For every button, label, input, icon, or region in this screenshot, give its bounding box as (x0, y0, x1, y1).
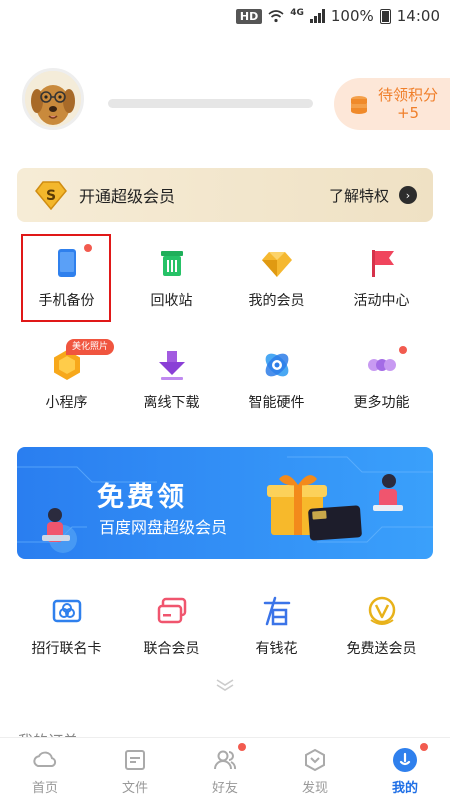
super-vip-badge-icon: S (35, 181, 67, 210)
super-vip-banner[interactable]: S 开通超级会员 了解特权 › (17, 168, 433, 222)
status-bar: HD 4G 100% 14:00 (0, 0, 450, 32)
dog-avatar-icon (25, 71, 81, 127)
grid-item-youqianhua[interactable]: 有钱花 (224, 578, 329, 668)
card-icon (52, 599, 81, 623)
diamond-icon (261, 252, 292, 277)
notification-dot (420, 743, 428, 751)
avatar[interactable] (22, 68, 84, 130)
tab-label: 我的 (391, 781, 418, 796)
download-icon (158, 351, 185, 380)
free-vip-icon (368, 596, 395, 625)
notification-dot (238, 743, 246, 751)
tab-home[interactable]: 首页 (0, 738, 90, 800)
tab-label: 好友 (211, 781, 238, 796)
friends-icon (214, 750, 236, 770)
tab-discover[interactable]: 发现 (270, 738, 360, 800)
tab-label: 发现 (301, 781, 328, 796)
grid-item-free-vip[interactable]: 免费送会员 (329, 578, 434, 668)
service-grid: 招行联名卡 联合会员 有钱花 免费送会员 (14, 578, 436, 668)
clock: 14:00 (396, 7, 440, 25)
tab-label: 文件 (121, 781, 148, 796)
promo-banner[interactable]: 免费领 百度网盘超级会员 (17, 447, 433, 559)
tab-label: 首页 (31, 781, 58, 796)
chevron-double-down-icon[interactable] (214, 678, 236, 692)
battery-percent: 100% (330, 7, 374, 25)
hd-badge: HD (235, 8, 263, 24)
chevron-right-icon[interactable]: › (399, 186, 417, 204)
flag-icon (371, 250, 394, 277)
grid-item-my-membership[interactable]: 我的会员 (224, 230, 329, 320)
points-value: +5 (396, 104, 420, 122)
grid-item-joint-membership[interactable]: 联合会员 (119, 578, 224, 668)
promo-title: 免费领 (97, 482, 187, 513)
battery-icon (379, 8, 391, 24)
selection-highlight (21, 234, 111, 322)
grid-item-recycle-bin[interactable]: 回收站 (119, 230, 224, 320)
grid-item-smart-hardware[interactable]: 智能硬件 (224, 332, 329, 422)
home-cloud-icon (33, 751, 57, 767)
discover-icon (305, 748, 325, 772)
more-icon (367, 359, 396, 371)
coins-icon (351, 96, 367, 114)
promo-subtitle: 百度网盘超级会员 (99, 518, 228, 537)
grid-label: 离线下载 (143, 395, 200, 411)
grid-item-offline-download[interactable]: 离线下载 (119, 332, 224, 422)
notification-dot (399, 346, 407, 354)
grid-label: 更多功能 (353, 395, 410, 411)
grid-item-cmb-card[interactable]: 招行联名卡 (14, 578, 119, 668)
signal-icon (309, 9, 325, 23)
vip-badge-letter: S (46, 188, 56, 204)
vip-title: 开通超级会员 (79, 187, 176, 206)
points-label: 待领积分 (378, 86, 439, 104)
joint-member-icon (157, 597, 186, 624)
grid-item-activity-center[interactable]: 活动中心 (329, 230, 434, 320)
grid-item-more-features[interactable]: 更多功能 (329, 332, 434, 422)
grid-label: 招行联名卡 (31, 641, 102, 657)
trash-icon (160, 251, 183, 276)
promo-illustration (17, 456, 433, 553)
vip-privileges-link[interactable]: 了解特权 (329, 185, 389, 206)
grid-label: 活动中心 (353, 293, 410, 309)
smart-hardware-icon (265, 353, 288, 377)
wifi-icon (268, 10, 284, 23)
youqianhua-icon (263, 596, 290, 626)
tab-friends[interactable]: 好友 (180, 738, 270, 800)
folder-icon (125, 750, 145, 770)
bottom-tab-bar: 首页 文件 好友 发现 我的 (0, 737, 450, 800)
grid-label: 联合会员 (143, 641, 200, 657)
grid-label: 我的会员 (248, 293, 305, 309)
grid-label: 免费送会员 (346, 641, 417, 657)
grid-label: 智能硬件 (248, 395, 305, 411)
points-button[interactable]: 待领积分 +5 (334, 78, 450, 130)
tab-me[interactable]: 我的 (360, 738, 450, 800)
tab-files[interactable]: 文件 (90, 738, 180, 800)
grid-label: 有钱花 (255, 641, 298, 657)
points-text: 待领积分 +5 (378, 86, 438, 122)
grid-label: 回收站 (150, 293, 193, 309)
me-icon (393, 748, 417, 772)
network-type: 4G (290, 8, 304, 18)
grid-label: 小程序 (45, 395, 88, 411)
username-placeholder (108, 99, 313, 108)
beautify-photo-tag: 美化照片 (66, 339, 115, 355)
